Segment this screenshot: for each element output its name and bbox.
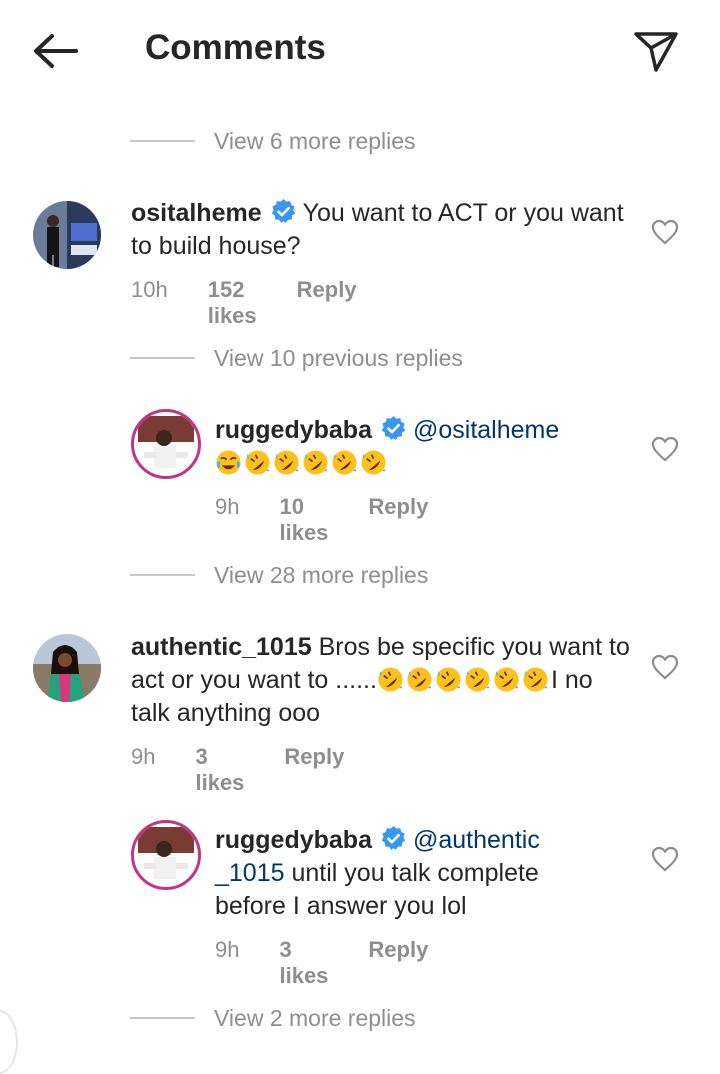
comment-likes[interactable]: 3 likes xyxy=(279,937,328,989)
comment-text: ositalheme You want to ACT or you want to… xyxy=(131,197,631,263)
view-more-label: View 6 more replies xyxy=(214,127,416,154)
view-more-replies[interactable]: View 28 more replies xyxy=(130,557,428,593)
view-more-label: View 10 previous replies xyxy=(214,344,463,371)
comment-time: 9h xyxy=(215,937,240,962)
rolling-on-floor-laughing-icon xyxy=(378,667,403,692)
comment-meta: 9h 3 likes Reply xyxy=(131,744,344,796)
rolling-on-floor-laughing-icon xyxy=(523,667,548,692)
heart-icon[interactable] xyxy=(651,219,679,245)
rolling-on-floor-laughing-icon xyxy=(361,450,386,475)
avatar-image xyxy=(137,826,195,884)
comment-text: authentic_1015 Bros be specific you want… xyxy=(131,631,631,730)
comment-text: ruggedybaba @ositalheme xyxy=(215,414,635,480)
avatar-image xyxy=(33,634,101,702)
avatar-image xyxy=(33,201,101,269)
comment-time: 9h xyxy=(215,494,240,519)
reply-button[interactable]: Reply xyxy=(368,937,428,989)
avatar[interactable] xyxy=(33,201,101,269)
rolling-on-floor-laughing-icon xyxy=(494,667,519,692)
rolling-on-floor-laughing-icon xyxy=(332,450,357,475)
view-more-replies[interactable]: View 6 more replies xyxy=(130,123,416,159)
divider-line xyxy=(130,1017,195,1019)
mention-link[interactable]: @ositalheme xyxy=(413,416,559,444)
comment-username[interactable]: authentic_1015 xyxy=(131,633,312,661)
heart-icon[interactable] xyxy=(651,436,679,462)
heart-icon[interactable] xyxy=(651,846,679,872)
divider-line xyxy=(130,574,195,576)
comment-time: 9h xyxy=(131,744,156,769)
reply-button[interactable]: Reply xyxy=(368,494,428,546)
mention-link[interactable]: @authentic xyxy=(413,826,540,854)
comment-username[interactable]: ruggedybaba xyxy=(215,826,372,854)
share-button[interactable] xyxy=(630,26,682,76)
back-button[interactable] xyxy=(30,28,82,74)
view-more-replies[interactable]: View 2 more replies xyxy=(130,1000,416,1036)
comment-meta: 9h 3 likes Reply xyxy=(215,937,428,989)
verified-badge-icon xyxy=(381,826,406,850)
comment-meta: 10h 152 likes Reply xyxy=(131,277,357,329)
view-more-label: View 2 more replies xyxy=(214,1004,416,1031)
heart-icon[interactable] xyxy=(651,654,679,680)
comment-time: 10h xyxy=(131,277,168,302)
rolling-on-floor-laughing-icon xyxy=(407,667,432,692)
comment-likes[interactable]: 10 likes xyxy=(279,494,328,546)
comment-likes[interactable]: 3 likes xyxy=(195,744,244,796)
header-bar: Comments xyxy=(0,0,720,100)
reply-button[interactable]: Reply xyxy=(284,744,344,796)
reply-button[interactable]: Reply xyxy=(297,277,357,329)
paper-plane-icon xyxy=(634,32,678,72)
view-previous-replies[interactable]: View 10 previous replies xyxy=(130,340,463,376)
comment-text: ruggedybaba @authentic _1015 until you tal… xyxy=(215,824,595,923)
avatar[interactable] xyxy=(131,409,201,479)
rolling-on-floor-laughing-icon xyxy=(465,667,490,692)
avatar-image xyxy=(137,415,195,473)
rolling-on-floor-laughing-icon xyxy=(245,450,270,475)
view-more-label: View 28 more replies xyxy=(214,561,429,588)
rolling-on-floor-laughing-icon xyxy=(274,450,299,475)
comment-likes[interactable]: 152 likes xyxy=(208,277,257,329)
comment-meta: 9h 10 likes Reply xyxy=(215,494,428,546)
avatar[interactable] xyxy=(131,820,201,890)
comment-username[interactable]: ruggedybaba xyxy=(215,416,372,444)
edge-shadow xyxy=(0,1010,18,1074)
verified-badge-icon xyxy=(381,416,406,440)
arrow-left-icon xyxy=(34,34,78,68)
page-title: Comments xyxy=(145,28,326,67)
rolling-on-floor-laughing-icon xyxy=(303,450,328,475)
mention-link-continued[interactable]: _1015 xyxy=(215,859,285,887)
divider-line xyxy=(130,140,195,142)
comment-username[interactable]: ositalheme xyxy=(131,199,262,227)
rolling-on-floor-laughing-icon xyxy=(436,667,461,692)
divider-line xyxy=(130,357,195,359)
avatar[interactable] xyxy=(33,634,101,702)
verified-badge-icon xyxy=(271,199,295,223)
face-with-tears-of-joy-icon xyxy=(216,450,241,475)
